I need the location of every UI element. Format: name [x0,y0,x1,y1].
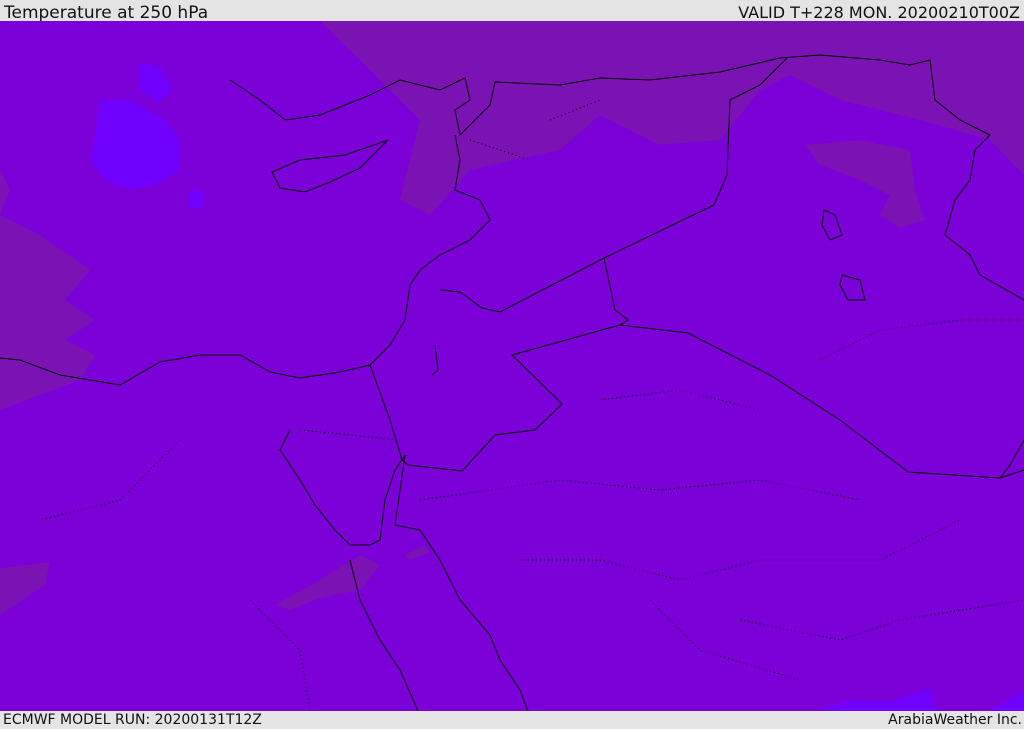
credit: ArabiaWeather Inc. [888,712,1022,728]
valid-time: VALID T+228 MON. 20200210T00Z [738,3,1020,22]
temperature-map [0,21,1024,711]
footer-bar: ECMWF MODEL RUN: 20200131T12Z ArabiaWeat… [0,711,1024,729]
map-title: Temperature at 250 hPa [4,3,209,23]
header-bar: Temperature at 250 hPa VALID T+228 MON. … [0,0,1024,23]
model-run: ECMWF MODEL RUN: 20200131T12Z [3,712,262,728]
